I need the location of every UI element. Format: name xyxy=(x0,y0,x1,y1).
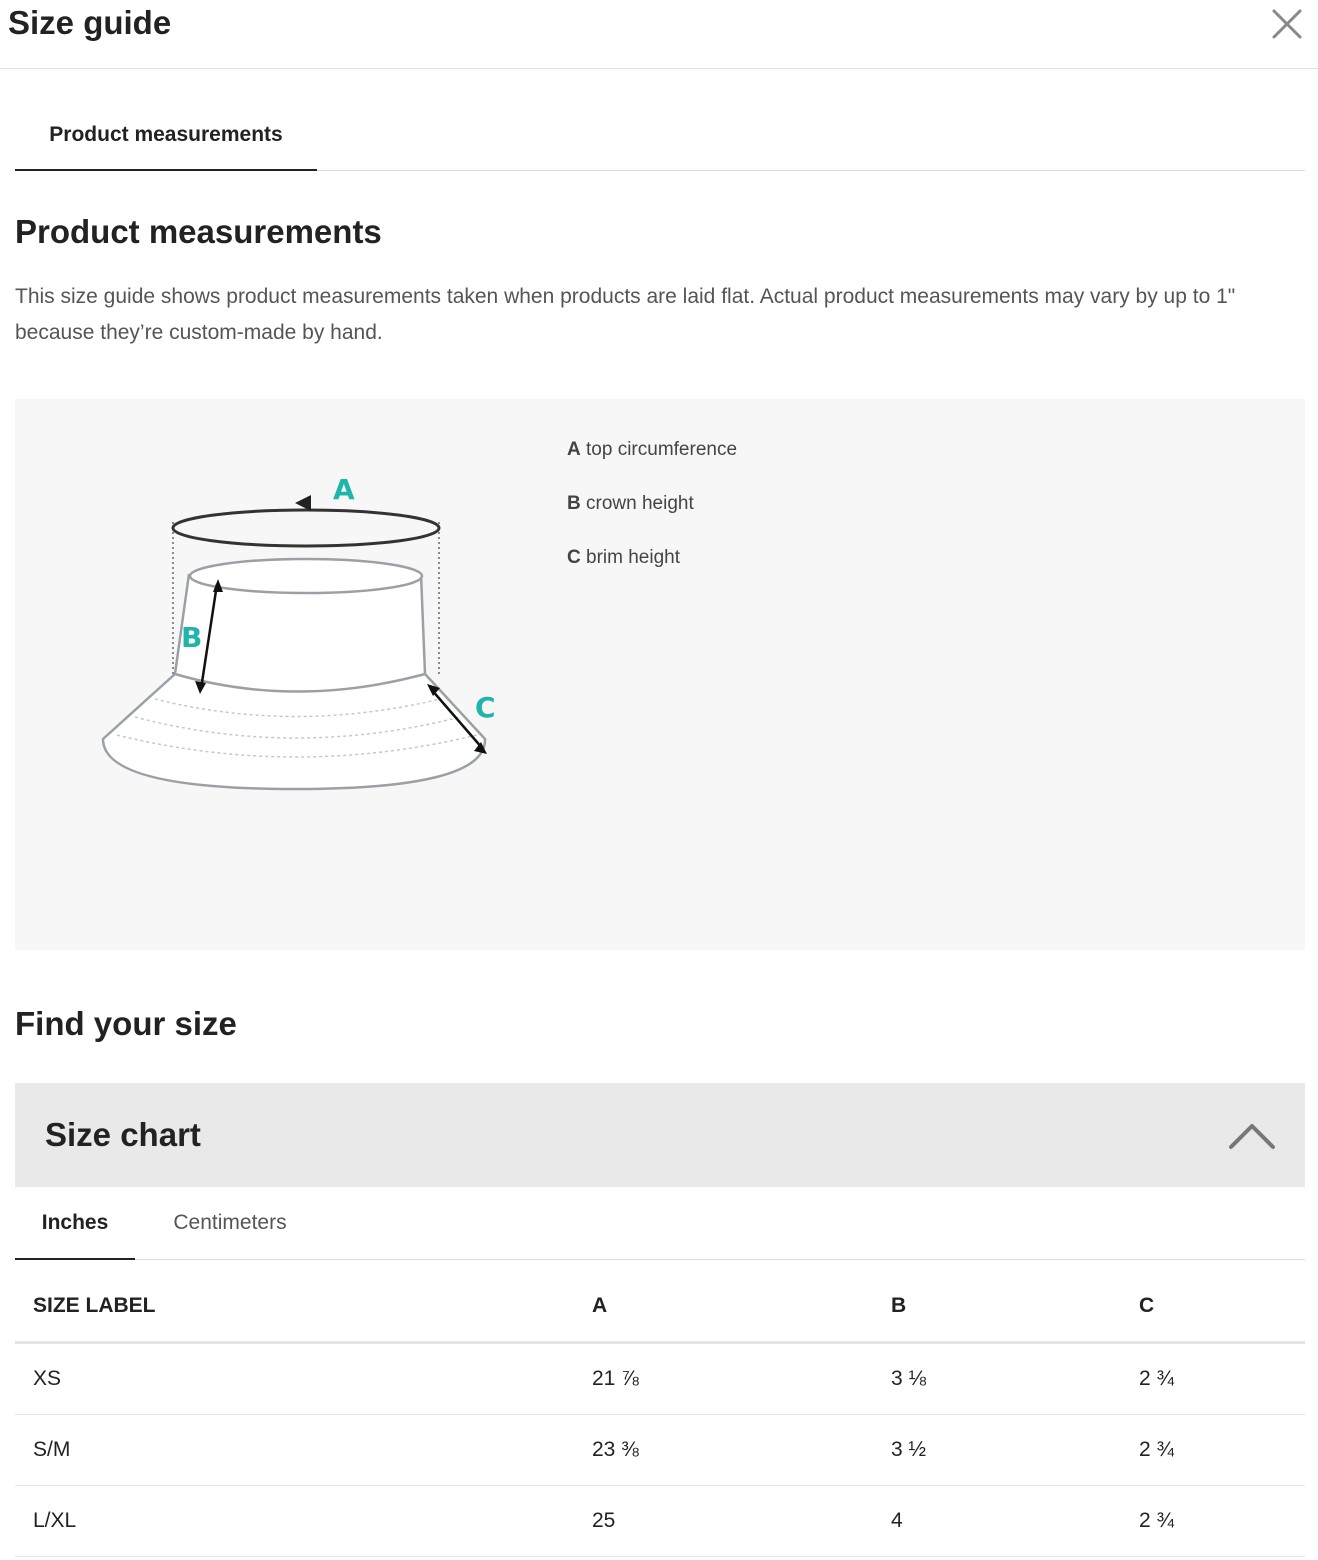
close-button[interactable] xyxy=(1266,3,1308,45)
diagram-label-a: A xyxy=(333,473,355,506)
active-tab-indicator xyxy=(15,1258,135,1260)
guide-tabs: Product measurements xyxy=(15,100,1305,171)
size-chart-accordion-toggle[interactable]: Size chart xyxy=(15,1083,1305,1187)
tab-label: Centimeters xyxy=(173,1211,287,1234)
tab-inches[interactable]: Inches xyxy=(15,1188,135,1258)
measurement-legend: A top circumference B crown height C bri… xyxy=(567,435,737,597)
bucket-hat-diagram: A B C xyxy=(101,473,496,791)
legend-item-c: C brim height xyxy=(567,543,737,573)
column-header-a: A xyxy=(574,1271,873,1344)
legend-text: brim height xyxy=(580,547,681,568)
legend-letter: C xyxy=(567,547,581,568)
close-icon xyxy=(1272,9,1302,39)
legend-letter: B xyxy=(567,493,581,514)
column-header-c: C xyxy=(1121,1271,1305,1344)
size-label-cell: L/XL xyxy=(15,1485,574,1557)
legend-item-b: B crown height xyxy=(567,489,737,519)
circumference-arrow xyxy=(171,508,441,548)
active-tab-indicator xyxy=(15,169,317,171)
size-chart-title: Size chart xyxy=(45,1116,201,1153)
measurement-c-cell: 2 ¾ xyxy=(1121,1414,1305,1486)
tab-label: Product measurements xyxy=(49,123,283,146)
measurement-description: This size guide shows product measuremen… xyxy=(15,285,1236,344)
measurement-a-cell: 23 ⅜ xyxy=(574,1414,873,1486)
modal-title: Size guide xyxy=(8,4,172,41)
column-header-b: B xyxy=(873,1271,1121,1344)
chevron-up-icon xyxy=(1229,1124,1275,1149)
table-row: L/XL 25 4 2 ¾ xyxy=(15,1485,1305,1557)
measurement-b-cell: 4 xyxy=(873,1485,1121,1557)
measurement-b-cell: 3 ½ xyxy=(873,1414,1121,1486)
tab-centimeters[interactable]: Centimeters xyxy=(165,1188,295,1258)
diagram-label-c: C xyxy=(475,691,496,724)
size-table: SIZE LABEL A B C XS 21 ⅞ 3 ⅛ 2 ¾ S/M 23 … xyxy=(15,1271,1305,1557)
measurement-a-cell: 21 ⅞ xyxy=(574,1342,873,1415)
size-label-cell: S/M xyxy=(15,1414,574,1486)
tab-product-measurements[interactable]: Product measurements xyxy=(15,100,317,170)
legend-text: crown height xyxy=(580,493,694,514)
measurement-c-cell: 2 ¾ xyxy=(1121,1342,1305,1415)
column-header-size-label: SIZE LABEL xyxy=(15,1271,574,1344)
legend-text: top circumference xyxy=(580,439,738,460)
legend-item-a: A top circumference xyxy=(567,435,737,465)
measurement-c-cell: 2 ¾ xyxy=(1121,1485,1305,1557)
measurement-b-cell: 3 ⅛ xyxy=(873,1342,1121,1415)
unit-tabs: Inches Centimeters xyxy=(15,1188,1305,1260)
tab-label: Inches xyxy=(41,1211,109,1234)
modal-header: Size guide xyxy=(0,0,1318,69)
table-header-row: SIZE LABEL A B C xyxy=(15,1271,1305,1344)
diagram-label-b: B xyxy=(181,621,202,654)
section-title-find-size: Find your size xyxy=(15,1005,237,1042)
legend-letter: A xyxy=(567,439,581,460)
table-row: S/M 23 ⅜ 3 ½ 2 ¾ xyxy=(15,1414,1305,1486)
table-row: XS 21 ⅞ 3 ⅛ 2 ¾ xyxy=(15,1342,1305,1415)
size-label-cell: XS xyxy=(15,1342,574,1415)
measurement-diagram-panel: A B C A top circumference B crown height… xyxy=(15,399,1305,950)
measurement-a-cell: 25 xyxy=(574,1485,873,1557)
section-title-product-measurements: Product measurements xyxy=(15,213,382,250)
